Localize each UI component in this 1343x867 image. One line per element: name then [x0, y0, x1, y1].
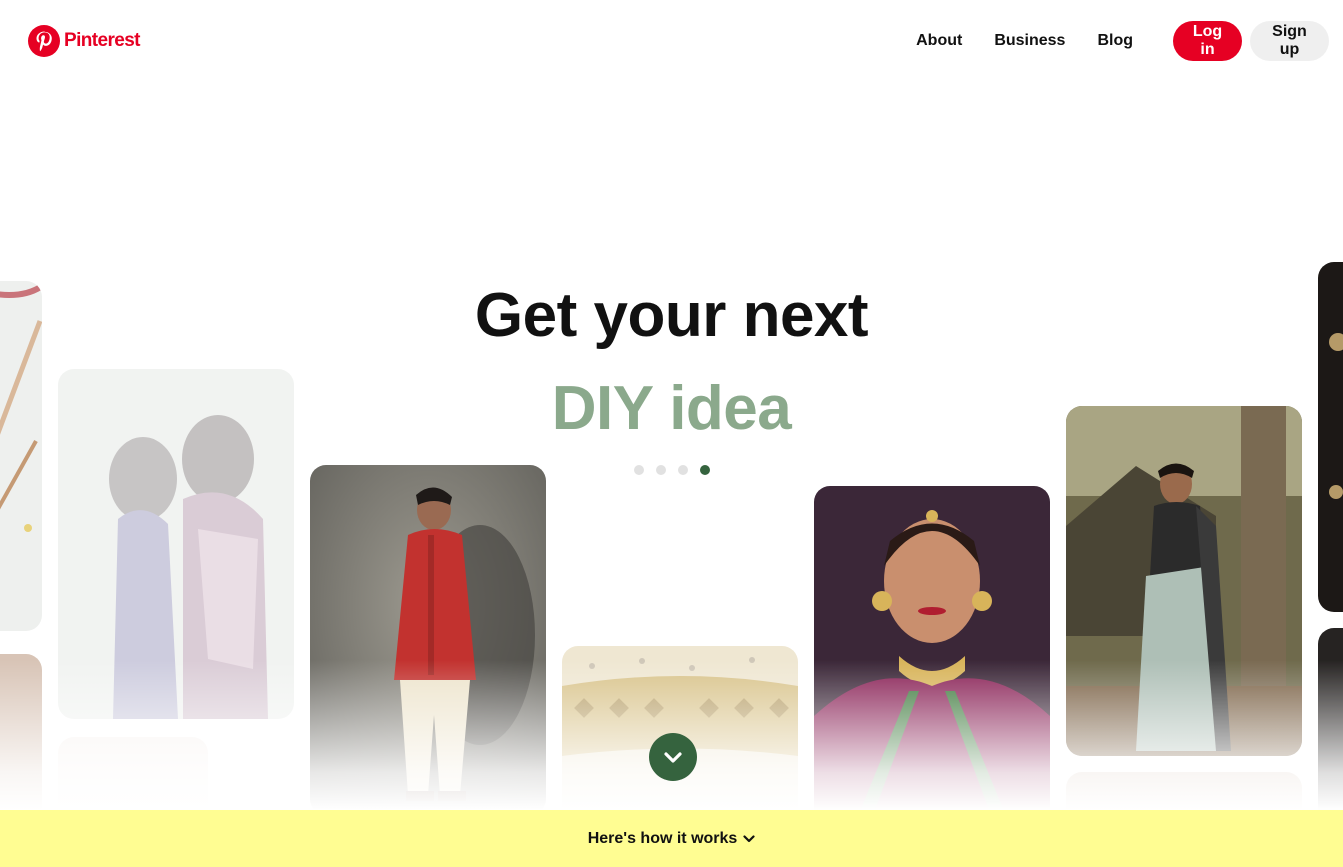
chevron-down-icon	[743, 834, 755, 842]
pin-image	[1318, 628, 1343, 828]
carousel-dot-1[interactable]	[634, 465, 644, 475]
carousel-dot-3[interactable]	[678, 465, 688, 475]
nav-about-link[interactable]: About	[916, 32, 962, 50]
pin-card-bridal-jewelry[interactable]	[814, 486, 1050, 826]
carousel-dot-2[interactable]	[656, 465, 666, 475]
scroll-down-button[interactable]	[649, 733, 697, 781]
nav-blog-link[interactable]: Blog	[1097, 32, 1133, 50]
login-button[interactable]: Log in	[1173, 21, 1242, 61]
how-it-works-banner[interactable]: Here's how it works	[0, 810, 1343, 867]
hero-heading: Get your next	[474, 281, 869, 350]
pinterest-logo-icon	[28, 25, 60, 57]
pin-card-beige[interactable]	[0, 654, 42, 824]
banner-label: Here's how it works	[587, 829, 738, 847]
pin-image	[814, 486, 1050, 826]
pin-card-saree[interactable]	[1066, 406, 1302, 756]
carousel-dot-4[interactable]	[700, 465, 710, 475]
site-header: Pinterest About Business Blog Log in Sig…	[0, 0, 1343, 84]
pin-image	[0, 654, 42, 824]
chevron-down-icon	[664, 752, 682, 763]
carousel-dots	[634, 465, 710, 475]
pin-card-sherwani[interactable]	[310, 465, 546, 815]
top-nav: About Business Blog Log in Sign up	[916, 21, 1329, 61]
signup-button[interactable]: Sign up	[1250, 21, 1329, 61]
pin-image	[310, 465, 546, 815]
pin-image	[1066, 406, 1302, 756]
nav-business-link[interactable]: Business	[994, 32, 1065, 50]
brand-name: Pinterest	[64, 30, 141, 51]
pin-card-edge-dark-2[interactable]	[1318, 628, 1343, 828]
pinterest-logo[interactable]: Pinterest	[28, 25, 141, 57]
hero-topic: DIY idea	[551, 374, 792, 443]
